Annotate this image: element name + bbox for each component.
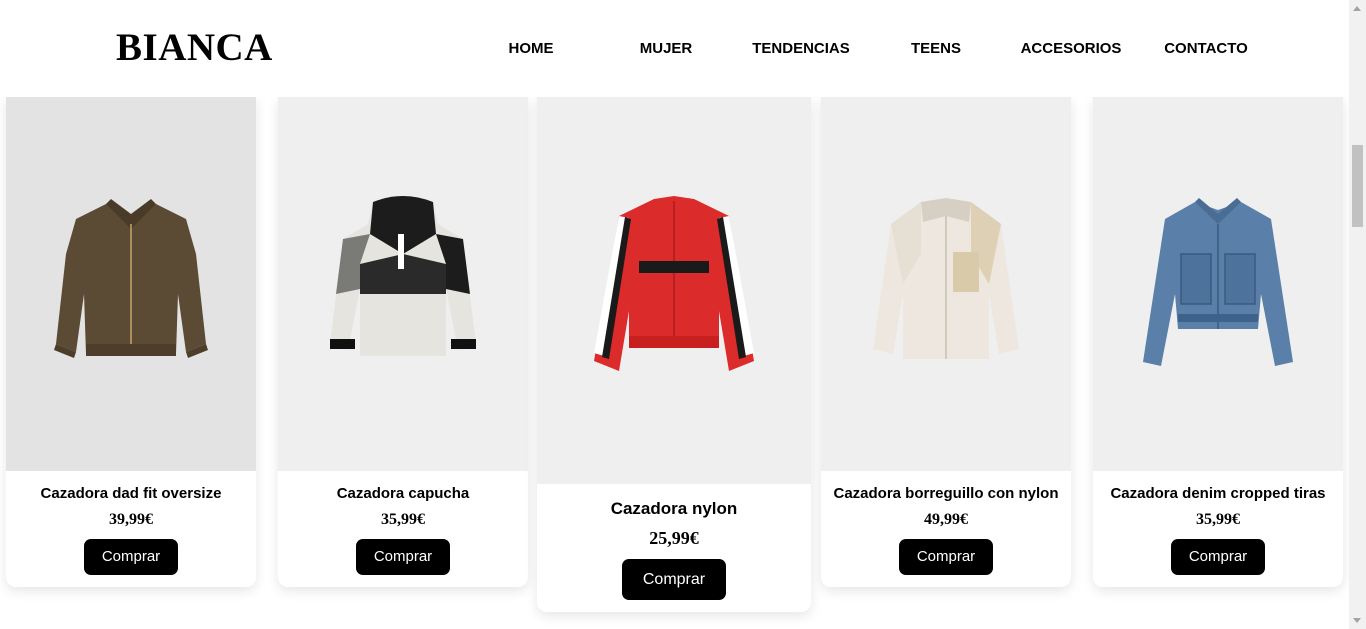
product-card: Cazadora capucha 35,99€ Comprar bbox=[278, 97, 528, 587]
product-info: Cazadora borreguillo con nylon 49,99€ Co… bbox=[821, 485, 1071, 575]
product-name: Cazadora borreguillo con nylon bbox=[833, 485, 1059, 502]
nav-contacto[interactable]: CONTACTO bbox=[1164, 40, 1248, 58]
fleece-jacket-icon bbox=[873, 198, 1019, 359]
nav-accesorios[interactable]: ACCESORIOS bbox=[1021, 40, 1122, 58]
product-price: 39,99€ bbox=[109, 511, 153, 528]
nav-teens[interactable]: TEENS bbox=[911, 40, 961, 58]
product-image-sherpa-fleece-jacket[interactable] bbox=[821, 97, 1071, 471]
product-price: 49,99€ bbox=[924, 511, 968, 528]
product-card: Cazadora denim cropped tiras 35,99€ Comp… bbox=[1093, 97, 1343, 587]
product-image-denim-cropped-jacket[interactable] bbox=[1093, 97, 1343, 471]
product-grid: Cazadora dad fit oversize 39,99€ Comprar… bbox=[0, 97, 1349, 629]
product-name: Cazadora dad fit oversize bbox=[40, 485, 222, 502]
buy-button[interactable]: Comprar bbox=[1171, 539, 1265, 575]
product-info: Cazadora denim cropped tiras 35,99€ Comp… bbox=[1093, 485, 1343, 575]
product-info: Cazadora dad fit oversize 39,99€ Comprar bbox=[6, 485, 256, 575]
buy-button[interactable]: Comprar bbox=[899, 539, 993, 575]
main-nav: HOME MUJER TENDENCIAS TEENS ACCESORIOS C… bbox=[0, 40, 1349, 58]
product-name: Cazadora denim cropped tiras bbox=[1110, 485, 1326, 502]
product-card-featured: Cazadora nylon 25,99€ Comprar bbox=[537, 97, 811, 612]
product-card: Cazadora dad fit oversize 39,99€ Comprar bbox=[6, 97, 256, 587]
product-name: Cazadora capucha bbox=[336, 485, 470, 502]
scroll-thumb[interactable] bbox=[1352, 145, 1363, 227]
nav-tendencias[interactable]: TENDENCIAS bbox=[752, 40, 850, 58]
product-card: Cazadora borreguillo con nylon 49,99€ Co… bbox=[821, 97, 1071, 587]
scroll-down-arrow-icon[interactable] bbox=[1353, 618, 1361, 623]
scroll-up-arrow-icon[interactable] bbox=[1353, 6, 1361, 11]
product-image-red-track-jacket[interactable] bbox=[537, 97, 811, 484]
vertical-scrollbar[interactable] bbox=[1349, 0, 1366, 629]
denim-jacket-icon bbox=[1143, 198, 1293, 366]
hooded-jacket-icon bbox=[330, 196, 476, 356]
product-price: 25,99€ bbox=[649, 528, 699, 548]
product-image-windbreaker-hood-jacket[interactable] bbox=[278, 97, 528, 471]
product-info: Cazadora capucha 35,99€ Comprar bbox=[278, 485, 528, 575]
product-price: 35,99€ bbox=[381, 511, 425, 528]
site-header: BIANCA HOME MUJER TENDENCIAS TEENS ACCES… bbox=[0, 0, 1349, 97]
buy-button[interactable]: Comprar bbox=[84, 539, 178, 575]
buy-button[interactable]: Comprar bbox=[622, 559, 726, 600]
buy-button[interactable]: Comprar bbox=[356, 539, 450, 575]
product-image-brown-leather-jacket[interactable] bbox=[6, 97, 256, 471]
nav-mujer[interactable]: MUJER bbox=[640, 40, 693, 58]
brown-jacket-icon bbox=[54, 199, 208, 358]
red-jacket-icon bbox=[594, 195, 754, 371]
nav-home[interactable]: HOME bbox=[509, 40, 554, 58]
product-price: 35,99€ bbox=[1196, 511, 1240, 528]
product-name: Cazadora nylon bbox=[610, 499, 738, 518]
product-info: Cazadora nylon 25,99€ Comprar bbox=[537, 499, 811, 600]
